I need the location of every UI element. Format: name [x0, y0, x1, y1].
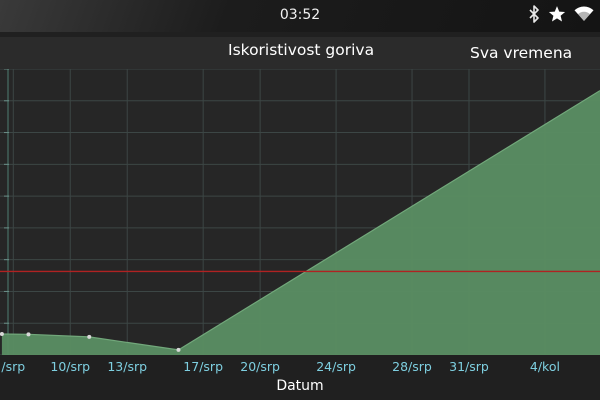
- x-tick-label-3: 17/srp: [183, 359, 223, 374]
- x-axis-tick-labels: /srp 10/srp 13/srp 17/srp 20/srp 24/srp 28/srp…: [1, 359, 560, 374]
- x-tick-label-7: 31/srp: [449, 359, 489, 374]
- x-tick-label-2: 13/srp: [107, 359, 147, 374]
- data-point-1: [26, 332, 31, 337]
- status-icons: [528, 5, 594, 23]
- x-tick-label-8: 4/kol: [530, 359, 560, 374]
- wifi-icon: [574, 6, 594, 22]
- data-point-2: [87, 334, 92, 339]
- status-time: 03:52: [279, 7, 321, 23]
- x-tick-label-6: 28/srp: [392, 359, 432, 374]
- x-tick-label-4: 20/srp: [240, 359, 280, 374]
- chart-title: Iskoristivost goriva: [228, 41, 375, 59]
- x-tick-label-0: /srp: [1, 359, 25, 374]
- x-tick-label-1: 10/srp: [50, 359, 90, 374]
- data-point-0: [0, 332, 4, 337]
- plot-area: [0, 69, 600, 355]
- fuel-efficiency-area: [1, 90, 600, 355]
- chart-header: Iskoristivost goriva Sva vremena: [0, 37, 600, 69]
- status-bar: 03:52: [0, 0, 600, 32]
- x-tick-label-5: 24/srp: [316, 359, 356, 374]
- bluetooth-icon: [529, 5, 539, 23]
- star-icon: [548, 6, 566, 22]
- x-axis-title: Datum: [276, 378, 324, 394]
- period-selector-button[interactable]: Sva vremena: [470, 44, 572, 62]
- data-point-3: [176, 347, 181, 352]
- fuel-efficiency-chart: [0, 69, 600, 355]
